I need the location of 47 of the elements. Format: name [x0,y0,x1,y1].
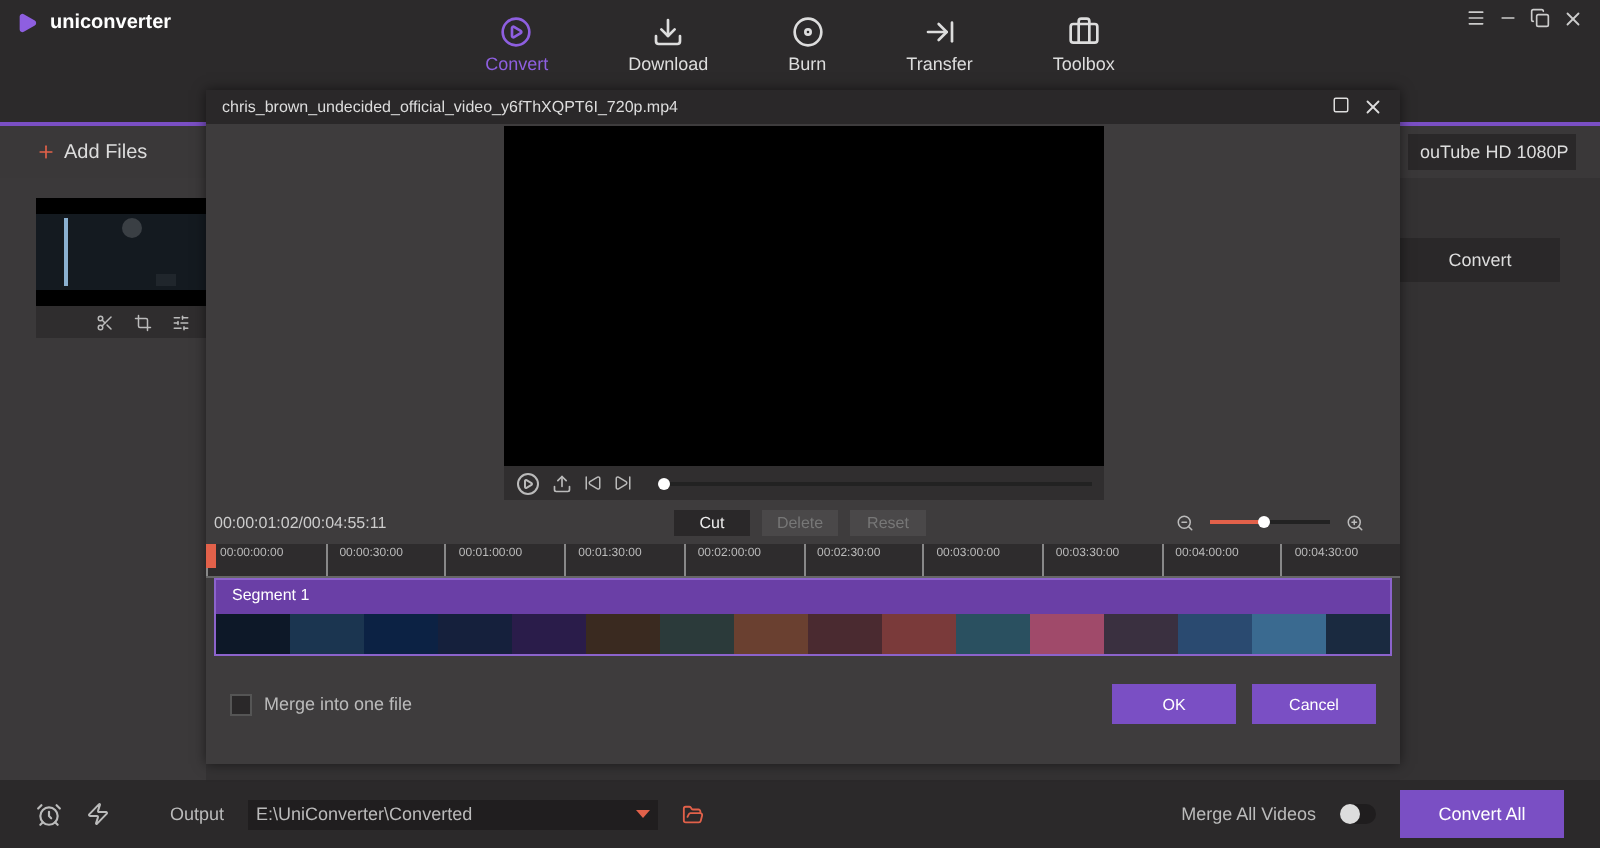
arrow-icon [923,16,956,48]
logo-icon [16,12,38,34]
output-label: Output [170,804,225,824]
play-circle-icon [500,16,533,48]
dialog-title: chris_brown_undecided_official_video_y6fThXQPT6I_720p.mp4 [222,98,678,116]
previous-icon[interactable] [583,474,601,492]
settings-icon[interactable] [172,313,190,331]
maximize-icon[interactable] [1332,96,1350,114]
play-icon[interactable] [515,471,539,495]
merge-checkbox[interactable] [230,693,252,715]
add-files-button[interactable]: Add Files [36,141,148,163]
nav-tab[interactable]: Toolbox [1052,16,1115,74]
cut-icon[interactable] [96,313,114,331]
close-icon[interactable] [1362,96,1384,118]
output-path-field[interactable]: E:\UniConverter\Converted [248,799,659,829]
merge-all-label: Merge All Videos [1181,804,1316,824]
zoom-in-icon[interactable] [1346,513,1364,531]
crop-icon[interactable] [134,313,152,331]
convert-all-button[interactable]: Convert All [1400,790,1564,838]
nav-tab[interactable]: Download [628,16,709,74]
lightning-icon[interactable] [86,802,110,826]
format-dropdown[interactable]: ouTube HD 1080P [1408,134,1576,170]
folder-icon[interactable] [682,803,705,825]
export-icon[interactable] [551,473,571,493]
convert-button[interactable]: Convert [1400,238,1560,282]
nav-tab[interactable]: Transfer [906,16,973,74]
dialog-button[interactable]: OK [1112,684,1236,724]
dialog-button[interactable]: Cancel [1252,684,1376,724]
alarm-clock-icon[interactable] [36,801,62,827]
segment-label: Segment 1 [230,584,312,608]
caret-icon[interactable] [636,810,651,818]
segment-track[interactable]: Segment 1 [214,578,1392,656]
download-icon [652,16,685,48]
zoom-out-icon[interactable] [1176,513,1194,531]
close-icon[interactable] [1562,8,1584,30]
timecode: 00:00:01:02/00:04:55:11 [214,513,389,531]
merge-label: Merge into one file [264,694,413,714]
action-button[interactable]: Cut [674,509,750,535]
nav-tab[interactable]: Burn [788,16,827,74]
app-title: uniconverter [50,12,172,34]
menu-icon[interactable] [1466,8,1486,28]
merge-toggle[interactable] [1340,804,1376,824]
restore-icon[interactable] [1530,8,1550,28]
disc-icon [791,16,824,48]
briefcase-icon [1067,16,1100,48]
plus-icon [36,142,56,162]
next-icon[interactable] [613,474,631,492]
